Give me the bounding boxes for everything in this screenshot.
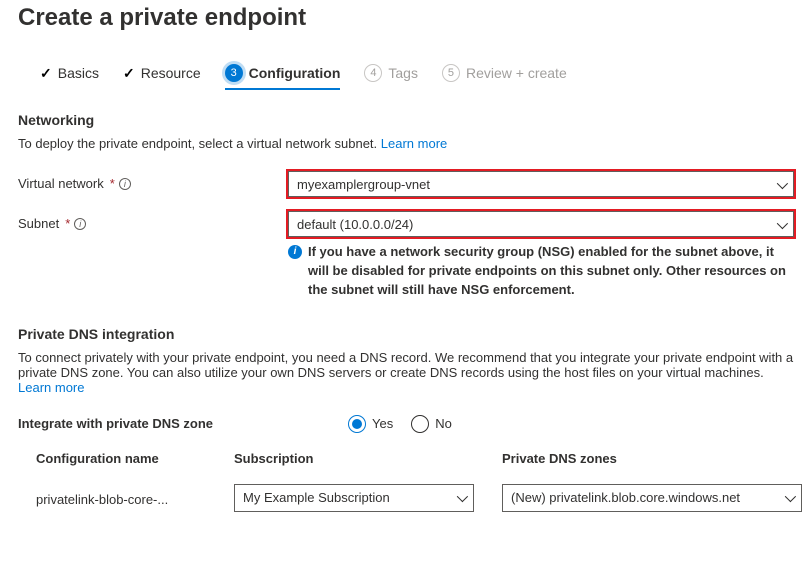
dns-zone-table: Configuration name Subscription Private …	[36, 451, 794, 520]
check-icon	[123, 65, 135, 82]
step-resource[interactable]: Resource	[123, 65, 201, 90]
networking-desc-text: To deploy the private endpoint, select a…	[18, 136, 381, 151]
config-name-value: privatelink-blob-core-...	[36, 488, 206, 507]
step-resource-label: Resource	[141, 65, 201, 81]
radio-no-label: No	[435, 416, 452, 431]
step-number: 3	[225, 64, 243, 82]
required-indicator: *	[110, 176, 115, 191]
page-title: Create a private endpoint	[18, 4, 794, 32]
radio-icon	[411, 415, 429, 433]
step-basics[interactable]: Basics	[40, 65, 99, 90]
integrate-dns-no[interactable]: No	[411, 415, 452, 433]
col-subscription: Subscription	[234, 451, 474, 466]
radio-icon	[348, 415, 366, 433]
step-basics-label: Basics	[58, 65, 99, 81]
step-configuration-label: Configuration	[249, 65, 341, 81]
subnet-row: Subnet * default (10.0.0.0/24) If you ha…	[18, 211, 794, 300]
step-configuration[interactable]: 3 Configuration	[225, 64, 341, 90]
virtual-network-label: Virtual network *	[18, 171, 288, 191]
integrate-dns-row: Integrate with private DNS zone Yes No	[18, 415, 794, 433]
integrate-dns-yes[interactable]: Yes	[348, 415, 393, 433]
info-icon[interactable]	[74, 218, 86, 230]
subscription-value: My Example Subscription	[243, 490, 390, 505]
chevron-down-icon	[777, 217, 785, 232]
nsg-info-text: If you have a network security group (NS…	[308, 243, 794, 300]
dns-heading: Private DNS integration	[18, 326, 794, 342]
private-dns-zone-value: (New) privatelink.blob.core.windows.net	[511, 490, 740, 505]
radio-yes-label: Yes	[372, 416, 393, 431]
step-tags[interactable]: 4 Tags	[364, 64, 418, 90]
step-review-create[interactable]: 5 Review + create	[442, 64, 567, 90]
integrate-dns-radio-group: Yes No	[348, 415, 794, 433]
virtual-network-value: myexamplergroup-vnet	[297, 177, 430, 192]
nsg-info-banner: If you have a network security group (NS…	[288, 243, 794, 300]
col-private-dns-zones: Private DNS zones	[502, 451, 802, 466]
info-icon[interactable]	[119, 178, 131, 190]
col-config-name: Configuration name	[36, 451, 206, 466]
info-icon	[288, 245, 302, 259]
dns-learn-more-link[interactable]: Learn more	[18, 380, 84, 395]
subnet-label: Subnet *	[18, 211, 288, 231]
chevron-down-icon	[785, 490, 793, 505]
step-number: 4	[364, 64, 382, 82]
integrate-dns-label: Integrate with private DNS zone	[18, 416, 288, 431]
dns-desc: To connect privately with your private e…	[18, 350, 794, 395]
subnet-value: default (10.0.0.0/24)	[297, 217, 413, 232]
dns-desc-text: To connect privately with your private e…	[18, 350, 793, 380]
step-review-label: Review + create	[466, 65, 567, 81]
step-number: 5	[442, 64, 460, 82]
check-icon	[40, 65, 52, 82]
step-tags-label: Tags	[388, 65, 418, 81]
networking-heading: Networking	[18, 112, 794, 128]
networking-learn-more-link[interactable]: Learn more	[381, 136, 447, 151]
required-indicator: *	[65, 216, 70, 231]
subscription-dropdown[interactable]: My Example Subscription	[234, 484, 474, 512]
chevron-down-icon	[457, 490, 465, 505]
subnet-dropdown[interactable]: default (10.0.0.0/24)	[288, 211, 794, 237]
table-row: privatelink-blob-core-... My Example Sub…	[36, 476, 794, 520]
networking-desc: To deploy the private endpoint, select a…	[18, 136, 794, 151]
wizard-steps: Basics Resource 3 Configuration 4 Tags 5…	[40, 64, 794, 90]
virtual-network-row: Virtual network * myexamplergroup-vnet	[18, 171, 794, 197]
virtual-network-dropdown[interactable]: myexamplergroup-vnet	[288, 171, 794, 197]
chevron-down-icon	[777, 177, 785, 192]
dns-table-header: Configuration name Subscription Private …	[36, 451, 794, 476]
private-dns-zone-dropdown[interactable]: (New) privatelink.blob.core.windows.net	[502, 484, 802, 512]
